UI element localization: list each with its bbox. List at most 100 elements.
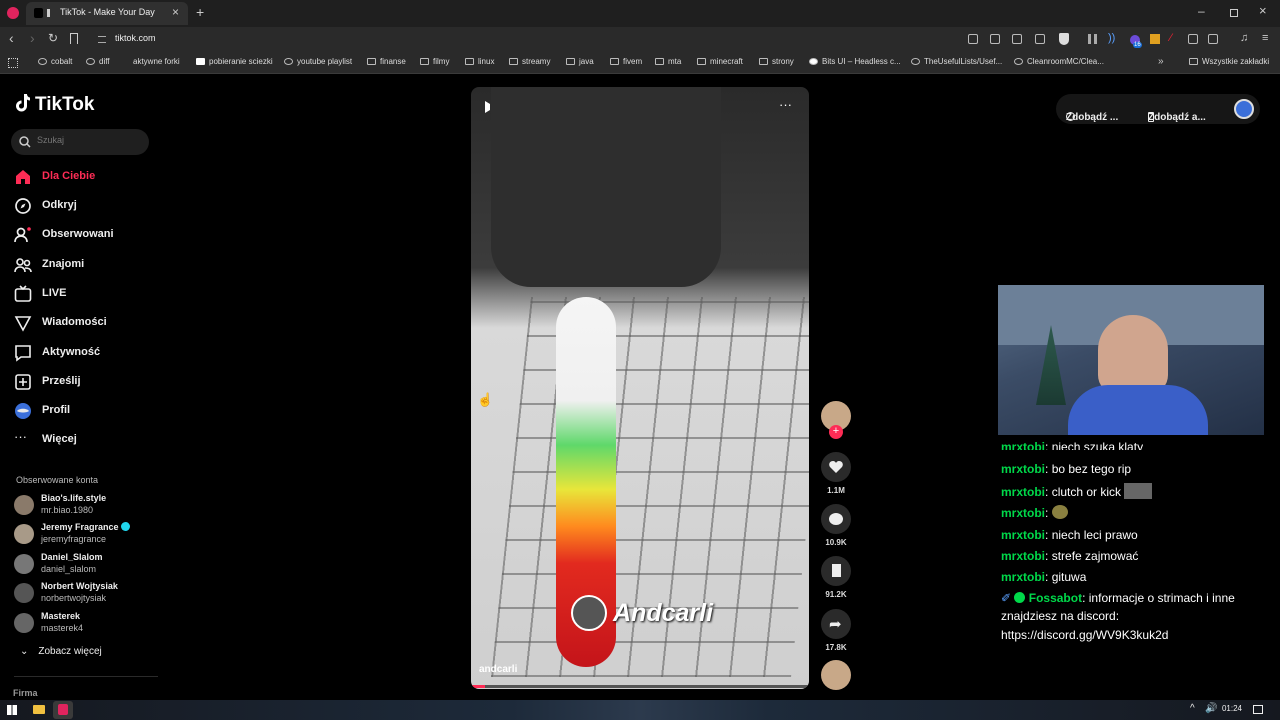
footer-company[interactable]: Firma	[13, 688, 38, 698]
followed-account[interactable]: Norbert Wojtysiak norbertwojtysiak	[14, 581, 164, 607]
browser-taskbar-icon[interactable]	[53, 701, 73, 719]
menu-icon[interactable]: ≡	[1262, 32, 1268, 44]
browser-tab[interactable]: TikTok - Make Your Day ×	[26, 2, 188, 25]
volume-tray-icon[interactable]: 🔊	[1205, 703, 1217, 714]
cast-icon[interactable]	[990, 34, 1000, 44]
tiktok-logo[interactable]: TikTok	[16, 94, 94, 116]
pause-icon[interactable]	[1088, 34, 1097, 44]
ext-square-icon[interactable]	[1150, 34, 1160, 44]
nav-for-you[interactable]: Dla Ciebie	[14, 166, 154, 188]
bookmark-folder[interactable]: filmy	[420, 57, 449, 66]
bookmark-folder[interactable]: finanse	[367, 57, 406, 66]
next-author-avatar[interactable]	[819, 660, 853, 690]
translate-icon[interactable]	[968, 34, 978, 44]
extension-badge: 16	[1133, 42, 1142, 48]
search-input[interactable]	[37, 135, 137, 145]
followed-account[interactable]: Biao's.life.style mr.biao.1980	[14, 493, 164, 519]
video-author[interactable]: andcarli	[479, 664, 517, 675]
like-button[interactable]: 1.1M	[819, 452, 853, 495]
video-player[interactable]: ··· Andcarli andcarli	[471, 87, 809, 689]
taskbar-clock[interactable]: 01:24	[1222, 704, 1242, 713]
nav-friends[interactable]: Znajomi	[14, 254, 154, 276]
author-avatar[interactable]: +	[819, 401, 853, 439]
bookmark-folder[interactable]: streamy	[509, 57, 550, 66]
comment-button[interactable]: 10.9K	[819, 504, 853, 547]
account-name: Jeremy Fragrance	[41, 522, 131, 532]
nav-activity[interactable]: Aktywność	[14, 342, 154, 364]
followed-account[interactable]: Jeremy Fragrance jeremyfragrance	[14, 522, 164, 548]
ext-pen-icon[interactable]: ⁄	[1170, 32, 1172, 44]
profile-avatar[interactable]	[1234, 99, 1254, 119]
bookmark-item[interactable]: aktywne forki	[125, 57, 180, 66]
chat-message: mrxtobi: clutch or kick	[1001, 483, 1153, 499]
apps-icon[interactable]	[8, 58, 18, 68]
tiktok-page: TikTok Dla Ciebie Odkryj Obserwowani Zna…	[0, 74, 1280, 700]
back-icon[interactable]: ‹	[9, 30, 14, 46]
tray-chevron-icon[interactable]: ^	[1190, 703, 1195, 714]
search-box[interactable]	[11, 129, 149, 155]
windows-start-icon[interactable]	[7, 705, 17, 715]
chat-message: ✐ Fossabot: informacje o strimach i inne	[1001, 591, 1235, 605]
nav-profile[interactable]: Profil	[14, 400, 154, 422]
bookmark-item[interactable]: TheUsefulLists/Usef...	[911, 57, 1002, 66]
bookmark-item[interactable]: youtube playlist	[284, 57, 352, 66]
bookmark-item[interactable]: pobieranie sciezki	[196, 57, 273, 66]
video-options-icon[interactable]: ···	[779, 97, 792, 112]
bookmark-item[interactable]: CleanroomMC/Clea...	[1014, 57, 1104, 66]
share-icon[interactable]	[1035, 34, 1045, 44]
bookmark-folder[interactable]: linux	[465, 57, 494, 66]
compass-icon	[15, 198, 31, 214]
nav-more[interactable]: ··· Więcej	[14, 429, 154, 451]
nav-explore[interactable]: Odkryj	[14, 195, 154, 217]
new-tab-button[interactable]: +	[196, 4, 204, 20]
minimize-button[interactable]: –	[1198, 4, 1205, 18]
nav-messages[interactable]: Wiadomości	[14, 312, 154, 334]
save-button[interactable]: 91.2K	[819, 556, 853, 599]
site-settings-icon[interactable]	[98, 36, 106, 43]
url-field[interactable]: tiktok.com	[90, 30, 960, 49]
reload-icon[interactable]: ↻	[48, 31, 58, 45]
restore-button[interactable]	[1230, 9, 1238, 17]
followed-account[interactable]: Daniel_Slalom daniel_slalom	[14, 552, 164, 578]
file-explorer-icon[interactable]	[33, 705, 45, 714]
nav-upload[interactable]: Prześlij	[14, 371, 154, 393]
bookmark-folder[interactable]: fivem	[610, 57, 642, 66]
account-handle: jeremyfragrance	[41, 534, 107, 544]
bookmarks-overflow-icon[interactable]: »	[1158, 56, 1164, 67]
all-bookmarks-folder[interactable]: Wszystkie zakładki	[1189, 57, 1269, 66]
nav-following[interactable]: Obserwowani	[14, 224, 154, 246]
bookmark-item[interactable]: Bits UI – Headless c...	[809, 57, 901, 66]
see-more-accounts[interactable]: ⌄ Zobacz więcej	[20, 646, 102, 657]
bookmark-icon[interactable]	[70, 33, 78, 44]
forward-icon[interactable]: ›	[30, 30, 35, 46]
extensions-icon[interactable]	[1188, 34, 1198, 44]
bookmark-folder[interactable]: mta	[655, 57, 681, 66]
chat-message: mrxtobi: niech szuka klaty	[1001, 440, 1144, 450]
logo-text: TikTok	[35, 94, 95, 115]
volume-icon[interactable]	[485, 101, 497, 113]
follow-plus-icon[interactable]: +	[829, 425, 843, 439]
account-name: Biao's.life.style	[41, 493, 107, 503]
language-icon[interactable]	[1012, 34, 1022, 44]
bookmark-folder[interactable]: strony	[759, 57, 794, 66]
chat-message: mrxtobi: gituwa	[1001, 570, 1087, 584]
see-more-label: Zobacz więcej	[38, 646, 102, 657]
close-window-button[interactable]: ×	[1259, 3, 1267, 18]
webcam-overlay	[998, 285, 1264, 435]
bookmark-folder[interactable]: minecraft	[697, 57, 743, 66]
sidebar-icon[interactable]	[1208, 34, 1218, 44]
browser-logo-icon[interactable]	[7, 7, 19, 19]
bookmark-item[interactable]: diff	[86, 57, 110, 66]
followed-account[interactable]: Masterek masterek4	[14, 611, 164, 637]
bookmark-item[interactable]: cobalt	[38, 57, 72, 66]
share-button[interactable]: ➦ 17.8K	[819, 609, 853, 652]
playlist-icon[interactable]: ♫	[1240, 32, 1248, 44]
speaker-icon[interactable]	[47, 9, 55, 17]
ext-wave-icon[interactable]: ))	[1108, 32, 1115, 44]
close-tab-icon[interactable]: ×	[172, 5, 179, 19]
bookmark-folder[interactable]: java	[566, 57, 594, 66]
nav-live[interactable]: LIVE	[14, 283, 154, 305]
video-progress-bar[interactable]	[471, 685, 809, 688]
notifications-icon[interactable]	[1253, 705, 1263, 714]
shield-icon[interactable]	[1059, 33, 1069, 45]
